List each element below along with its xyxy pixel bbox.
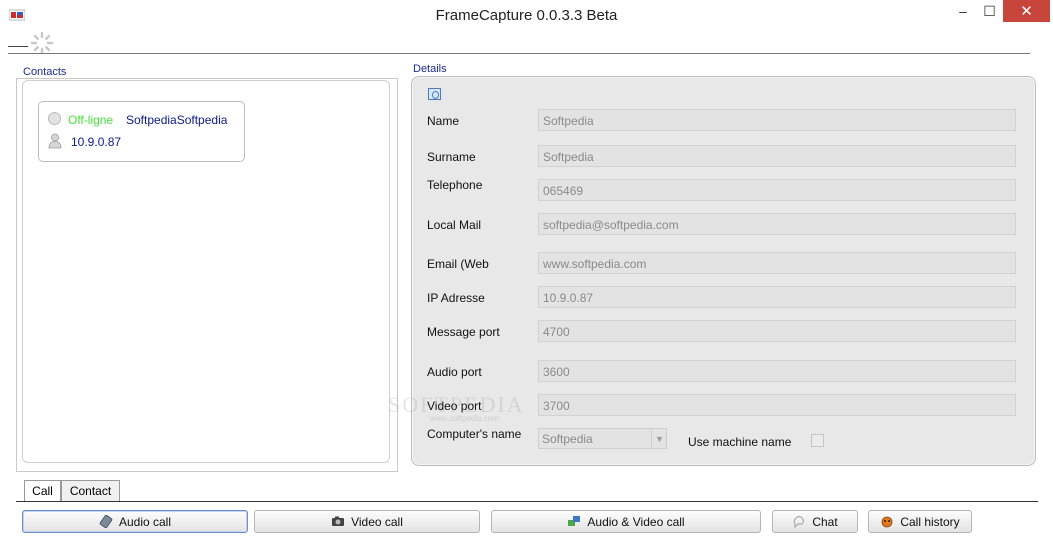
ip-address-field[interactable]: 10.9.0.87 — [538, 286, 1016, 308]
camera-icon — [332, 516, 345, 526]
status-offline-icon — [48, 112, 61, 125]
title-bar: FrameCapture 0.0.3.3 Beta – ☐ ✕ — [0, 0, 1053, 32]
details-panel-label: Details — [413, 63, 447, 75]
toolbar-tab-marker — [8, 46, 28, 47]
telephone-label: Telephone — [427, 178, 483, 192]
call-history-label: Call history — [900, 514, 960, 529]
chevron-down-icon[interactable]: ▼ — [651, 429, 667, 448]
audio-port-label: Audio port — [427, 365, 482, 379]
video-call-label: Video call — [351, 514, 403, 529]
message-port-field[interactable]: 4700 — [538, 320, 1016, 342]
close-button[interactable]: ✕ — [1003, 0, 1050, 22]
tab-strip-divider — [16, 501, 1038, 502]
contact-ip: 10.9.0.87 — [71, 135, 122, 149]
chat-button[interactable]: Chat — [772, 510, 858, 533]
message-port-label: Message port — [427, 325, 500, 339]
person-icon — [48, 133, 62, 149]
surname-label: Surname — [427, 150, 476, 164]
contact-name: SoftpediaSoftpedia — [126, 113, 228, 127]
audio-video-icon — [568, 516, 581, 526]
audio-call-button[interactable]: Audio call — [22, 510, 248, 533]
use-machine-name-label: Use machine name — [688, 435, 792, 449]
loading-spinner-icon — [30, 31, 54, 55]
contacts-panel-label: Contacts — [23, 66, 67, 78]
computer-name-label: Computer's name — [427, 427, 522, 441]
computer-name-select[interactable]: Softpedia — [538, 428, 667, 449]
maximize-button[interactable]: ☐ — [976, 0, 1003, 22]
telephone-field[interactable]: 065469 — [538, 179, 1016, 201]
video-call-button[interactable]: Video call — [254, 510, 480, 533]
contact-card-icon — [428, 88, 441, 100]
toolbar-divider — [8, 53, 1030, 54]
audio-video-call-button[interactable]: Audio & Video call — [491, 510, 761, 533]
audio-call-label: Audio call — [118, 514, 172, 529]
contact-card[interactable] — [38, 101, 245, 162]
use-machine-name-checkbox[interactable] — [811, 434, 824, 447]
tab-call[interactable]: Call — [24, 480, 61, 501]
video-port-label: Video port — [427, 399, 482, 413]
tab-contact[interactable]: Contact — [61, 480, 120, 501]
local-mail-field[interactable]: softpedia@softpedia.com — [538, 213, 1016, 235]
email-web-field[interactable]: www.softpedia.com — [538, 252, 1016, 274]
video-port-field[interactable]: 3700 — [538, 394, 1016, 416]
chat-icon — [793, 515, 805, 528]
audio-port-field[interactable]: 3600 — [538, 360, 1016, 382]
minimize-button[interactable]: – — [950, 0, 976, 22]
app-window: FrameCapture 0.0.3.3 Beta – ☐ ✕ Contacts… — [0, 0, 1053, 541]
audio-video-call-label: Audio & Video call — [587, 514, 685, 529]
name-label: Name — [427, 114, 460, 128]
name-field[interactable]: Softpedia — [538, 109, 1016, 131]
call-history-icon — [881, 516, 893, 528]
window-title: FrameCapture 0.0.3.3 Beta — [435, 7, 618, 24]
chat-label: Chat — [812, 514, 838, 529]
ip-address-label: IP Adresse — [427, 291, 485, 305]
watermark-url: www.softpedia.com — [430, 414, 499, 423]
call-history-button[interactable]: Call history — [868, 510, 972, 533]
local-mail-label: Local Mail — [427, 218, 482, 232]
phone-icon — [99, 515, 113, 528]
contact-status: Off-ligne — [68, 113, 114, 127]
surname-field[interactable]: Softpedia — [538, 145, 1016, 167]
email-web-label: Email (Web — [427, 257, 489, 271]
